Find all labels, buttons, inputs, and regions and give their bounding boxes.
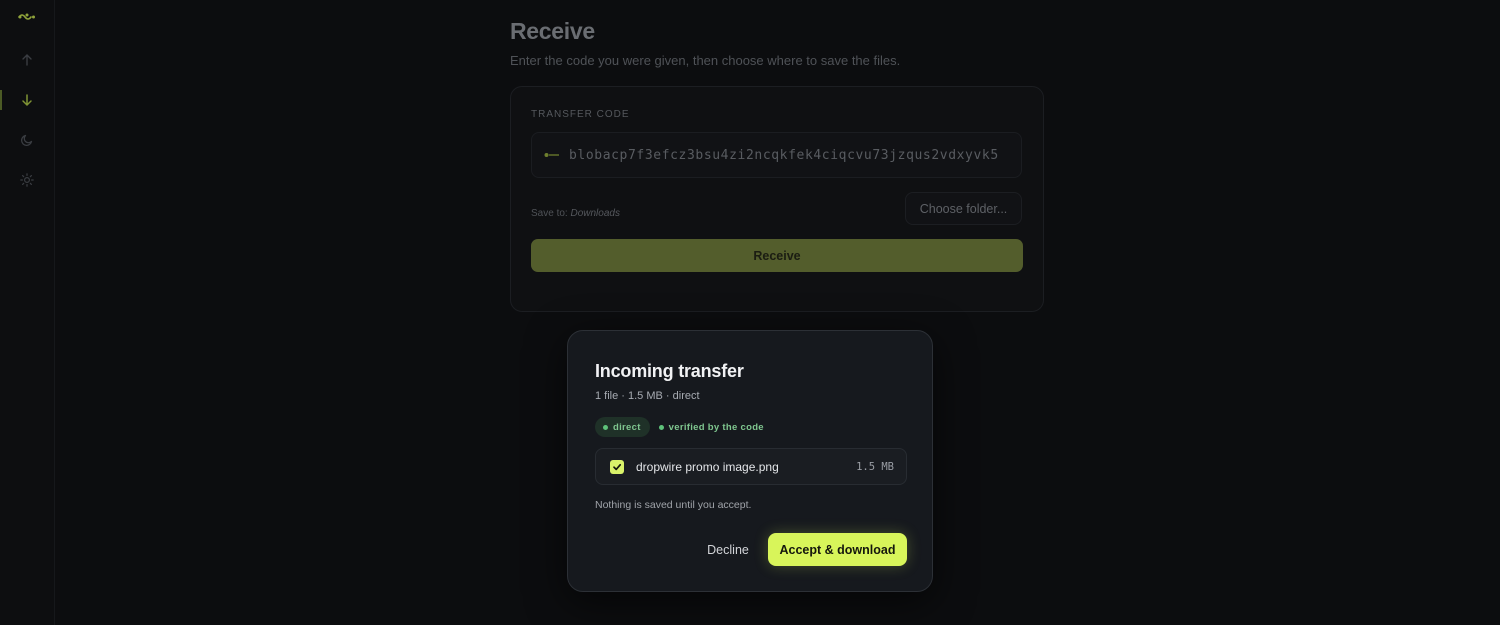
accept-notice: Nothing is saved until you accept. [595, 499, 752, 511]
status-dot-icon [603, 424, 608, 430]
dialog-title: Incoming transfer [595, 361, 744, 381]
verified-badge-label: verified by the code [668, 421, 764, 433]
save-location: Save to: Downloads [531, 208, 620, 219]
status-dot-icon [658, 424, 664, 430]
moon-icon [20, 134, 33, 147]
arrow-down-icon [22, 94, 32, 106]
save-folder: Downloads [570, 208, 620, 219]
transfer-code-input[interactable]: blobacp7f3efcz3bsu4zi2ncqkfek4ciqcvu73jz… [531, 132, 1022, 178]
direct-badge-label: direct [613, 421, 641, 433]
save-prefix: Save to: [531, 208, 568, 219]
active-indicator [0, 90, 2, 110]
transfer-summary: 1 file · 1.5 MB · direct [595, 390, 700, 402]
receive-button[interactable]: Receive [531, 239, 1023, 272]
transfer-code-value: blobacp7f3efcz3bsu4zi2ncqkfek4ciqcvu73jz… [569, 147, 999, 163]
file-row: dropwire promo image.png 1.5 MB [595, 448, 907, 485]
status-badges: direct verified by the code [595, 417, 764, 437]
direct-badge: direct [595, 417, 650, 437]
page-title: Receive [510, 18, 595, 44]
receive-page: Receive Enter the code you were given, t… [510, 14, 1044, 312]
arrow-up-icon [22, 54, 32, 66]
choose-folder-button[interactable]: Choose folder... [905, 192, 1022, 225]
file-size: 1.5 MB [856, 460, 894, 473]
sidebar [0, 0, 55, 625]
file-name: dropwire promo image.png [636, 459, 779, 474]
page-subtitle: Enter the code you were given, then choo… [510, 53, 901, 68]
app-window: Receive Enter the code you were given, t… [0, 0, 1500, 625]
receive-card: TRANSFER CODE blobacp7f3efcz3bsu4zi2ncqk… [510, 86, 1044, 312]
sidebar-item-settings[interactable] [17, 170, 37, 190]
transfer-code-label: TRANSFER CODE [531, 109, 630, 120]
sidebar-item-receive[interactable] [17, 90, 37, 110]
verified-badge: verified by the code [658, 421, 764, 433]
decline-button[interactable]: Decline [696, 537, 760, 563]
incoming-transfer-dialog: Incoming transfer 1 file · 1.5 MB · dire… [567, 330, 933, 592]
sidebar-item-send[interactable] [17, 50, 37, 70]
logo-icon [18, 9, 36, 21]
accept-download-button[interactable]: Accept & download [768, 533, 907, 566]
sun-icon [20, 173, 34, 187]
sidebar-item-history[interactable] [17, 130, 37, 150]
key-icon [544, 150, 560, 160]
checkmark-icon [613, 463, 622, 470]
file-checkbox[interactable] [610, 459, 624, 474]
